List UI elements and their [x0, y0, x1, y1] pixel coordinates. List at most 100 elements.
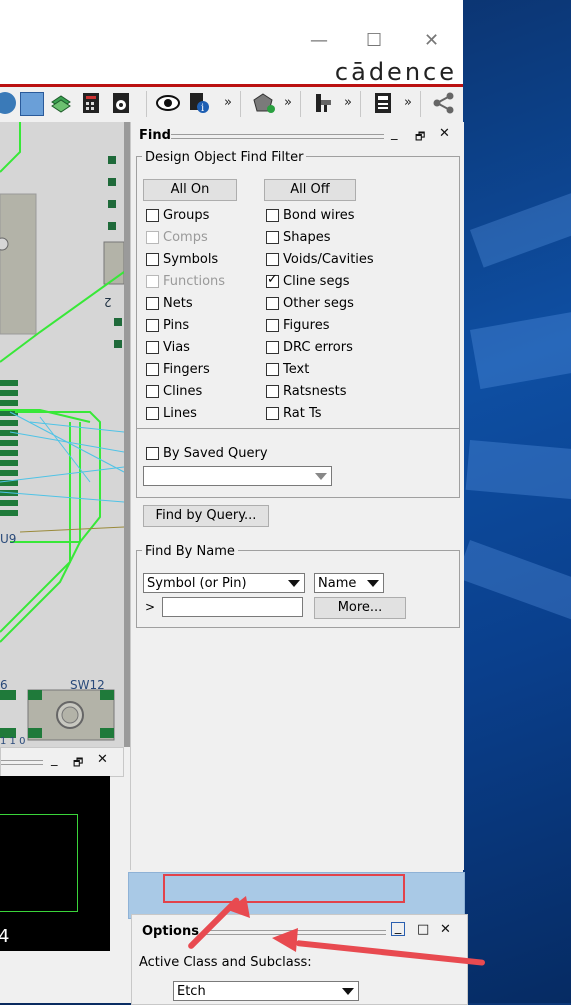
object-type-value: Symbol (or Pin) [147, 576, 247, 591]
find-by-query-button[interactable]: Find by Query... [143, 505, 269, 527]
filter-label: Other segs [283, 296, 354, 311]
filter-label: Bond wires [283, 208, 355, 223]
filter-label: Cline segs [283, 274, 350, 289]
toolbar-separator [360, 91, 361, 117]
toolbar-separator [300, 91, 301, 117]
maximize-window-button[interactable]: ☐ [366, 30, 382, 51]
more-button[interactable]: More... [314, 597, 406, 619]
match-mode-select[interactable]: Name [314, 573, 384, 593]
filter-checkbox-text[interactable] [266, 363, 279, 376]
worldview-canvas[interactable]: 4 [0, 776, 110, 951]
calc-icon[interactable] [80, 92, 102, 114]
svg-text:i: i [201, 103, 204, 114]
by-saved-query-checkbox[interactable] [146, 447, 159, 460]
minimize-icon[interactable]: _ [51, 752, 58, 767]
filter-checkbox-clines[interactable] [146, 385, 159, 398]
filter-checkbox-fingers[interactable] [146, 363, 159, 376]
name-input[interactable] [162, 597, 303, 617]
info-icon[interactable]: i [188, 92, 210, 114]
filter-checkbox-functions [146, 275, 159, 288]
filter-checkbox-symbols[interactable] [146, 253, 159, 266]
active-class-label: Active Class and Subclass: [139, 955, 312, 970]
close-icon[interactable]: ✕ [440, 922, 451, 937]
share-icon[interactable] [432, 92, 454, 114]
chevron-down-icon [342, 988, 354, 995]
toolbar-separator [420, 91, 421, 117]
filter-checkbox-pins[interactable] [146, 319, 159, 332]
pcb-drawing [0, 122, 124, 741]
all-off-button[interactable]: All Off [264, 179, 356, 201]
filter-label: Rat Ts [283, 406, 322, 421]
restore-icon[interactable]: 🗗 [415, 128, 425, 147]
probe-icon[interactable] [312, 92, 334, 114]
options-panel-title: Options [142, 924, 199, 939]
filter-label: Text [283, 362, 310, 377]
title-bar: — ☐ ✕ cādence [0, 0, 463, 86]
panel-grip[interactable] [1, 760, 43, 765]
ref-label-u9: U9 [0, 532, 17, 546]
restore-icon[interactable]: 🗗 [73, 754, 83, 773]
filter-label: DRC errors [283, 340, 353, 355]
filter-label: Voids/Cavities [283, 252, 374, 267]
toolbar-overflow-button[interactable]: » [344, 95, 352, 110]
class-select[interactable]: Etch [173, 981, 359, 1001]
filter-checkbox-groups[interactable] [146, 209, 159, 222]
close-window-button[interactable]: ✕ [424, 30, 439, 51]
pentagon-icon[interactable] [252, 92, 275, 114]
panel-grip[interactable] [171, 134, 384, 139]
toolbar: i » » » » [0, 87, 463, 123]
minimize-window-button[interactable]: — [310, 30, 328, 51]
find-panel-title: Find [139, 128, 171, 143]
maximize-icon[interactable]: □ [417, 922, 429, 937]
worldview-number: 4 [0, 926, 10, 947]
worldview-header: _ 🗗 ✕ [0, 747, 124, 777]
filter-label: Clines [163, 384, 203, 399]
ref-label: 2 [104, 295, 112, 309]
chevron-down-icon [288, 580, 300, 587]
memory-icon[interactable] [372, 92, 394, 114]
saved-query-select[interactable] [143, 466, 332, 486]
minimize-icon[interactable]: _ [391, 126, 398, 141]
filter-checkbox-cline-segs[interactable] [266, 272, 279, 288]
filter-label: Nets [163, 296, 193, 311]
filter-checkbox-vias[interactable] [146, 341, 159, 354]
filter-checkbox-rat-ts[interactable] [266, 407, 279, 420]
cadence-logo: cādence [334, 58, 457, 86]
stack-icon[interactable] [50, 92, 72, 114]
filter-checkbox-figures[interactable] [266, 319, 279, 332]
filter-checkbox-shapes[interactable] [266, 231, 279, 244]
object-type-select[interactable]: Symbol (or Pin) [143, 573, 305, 593]
filter-checkbox-other-segs[interactable] [266, 297, 279, 310]
filter-checkbox-drc-errors[interactable] [266, 341, 279, 354]
eye-icon[interactable] [156, 92, 180, 114]
filter-checkbox-lines[interactable] [146, 407, 159, 420]
filter-label: Pins [163, 318, 190, 333]
find-filter-label: Design Object Find Filter [142, 150, 307, 165]
filter-checkbox-nets[interactable] [146, 297, 159, 310]
app-window: — ☐ ✕ cādence i » » » » 2 U9 6 SW12 1 1 … [0, 0, 486, 1005]
filter-checkbox-comps [146, 231, 159, 244]
close-icon[interactable]: ✕ [97, 752, 108, 767]
all-on-button[interactable]: All On [143, 179, 237, 201]
arrow-head-icon [272, 928, 298, 952]
filter-checkbox-voids-cavities[interactable] [266, 253, 279, 266]
find-panel: Find _ 🗗 ✕ Design Object Find Filter All… [130, 122, 464, 870]
close-icon[interactable]: ✕ [439, 126, 450, 141]
gear-doc-icon[interactable] [110, 92, 132, 114]
toolbar-overflow-button[interactable]: » [284, 95, 292, 110]
view-rectangle [0, 814, 78, 912]
ref-label-sw12: SW12 [70, 678, 105, 692]
minimize-icon[interactable]: _ [391, 921, 405, 936]
toolbar-overflow-button[interactable]: » [404, 95, 412, 110]
filter-checkbox-ratsnests[interactable] [266, 385, 279, 398]
divider [136, 428, 459, 429]
design-canvas[interactable]: 2 U9 6 SW12 1 1 0 [0, 122, 124, 747]
view-icon[interactable] [0, 92, 16, 114]
toolbar-overflow-button[interactable]: » [224, 95, 232, 110]
arrow-head-icon [228, 896, 250, 918]
by-saved-query-label: By Saved Query [163, 446, 268, 461]
layers-icon[interactable] [20, 92, 44, 116]
ref-label-bottom: 1 1 0 [0, 736, 26, 747]
name-prompt: > [145, 600, 156, 614]
filter-checkbox-bond-wires[interactable] [266, 209, 279, 222]
